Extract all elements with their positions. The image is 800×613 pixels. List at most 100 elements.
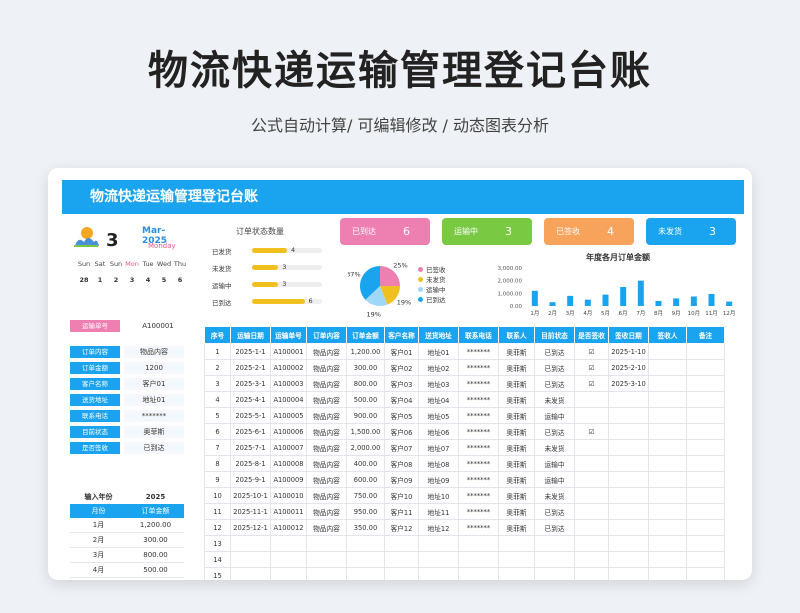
table-cell[interactable]: 客户03 [384,375,419,392]
table-cell[interactable]: 已到达 [534,503,575,520]
table-cell[interactable] [686,519,725,536]
table-cell[interactable]: ******* [458,519,499,536]
info-value[interactable]: 奥菲斯 [124,425,184,438]
table-cell[interactable] [686,407,725,424]
table-cell[interactable]: 地址06 [418,423,459,440]
table-cell[interactable] [608,407,649,424]
table-cell[interactable]: 2025-2-1 [230,359,271,376]
table-cell[interactable]: 客户06 [384,423,419,440]
table-cell[interactable]: ☑ [574,423,609,440]
table-cell[interactable]: 客户01 [384,343,419,360]
table-cell[interactable] [498,551,535,568]
table-cell[interactable]: 1,500.00 [346,423,385,440]
table-cell[interactable] [574,503,609,520]
table-cell[interactable] [648,407,687,424]
table-cell[interactable]: A100006 [270,423,307,440]
table-cell[interactable] [346,551,385,568]
table-cell[interactable]: 物品内容 [306,407,347,424]
table-cell[interactable] [608,391,649,408]
table-cell[interactable]: 物品内容 [306,519,347,536]
table-cell[interactable] [648,423,687,440]
table-cell[interactable]: 900.00 [346,407,385,424]
table-cell[interactable] [574,455,609,472]
table-cell[interactable]: 奥菲斯 [498,423,535,440]
table-cell[interactable]: ******* [458,487,499,504]
table-cell[interactable]: 客户05 [384,407,419,424]
table-cell[interactable] [230,535,271,552]
table-header-cell[interactable]: 签收人 [648,326,687,344]
table-cell[interactable] [574,519,609,536]
table-cell[interactable]: 物品内容 [306,391,347,408]
table-cell[interactable] [608,551,649,568]
table-cell[interactable] [534,551,575,568]
table-cell[interactable]: 物品内容 [306,503,347,520]
table-cell[interactable]: 2025-12-1 [230,519,271,536]
table-cell[interactable]: 物品内容 [306,423,347,440]
table-cell[interactable]: 400.00 [346,455,385,472]
table-cell[interactable]: 12 [204,519,231,536]
table-cell[interactable] [498,535,535,552]
table-cell[interactable] [648,551,687,568]
table-cell[interactable] [686,343,725,360]
table-cell[interactable] [230,551,271,568]
table-cell[interactable]: 已到达 [534,343,575,360]
table-cell[interactable] [648,519,687,536]
calendar-date[interactable]: 5 [156,276,172,284]
table-cell[interactable] [574,535,609,552]
table-cell[interactable] [686,567,725,580]
table-cell[interactable]: 2,000.00 [346,439,385,456]
table-cell[interactable]: 已到达 [534,423,575,440]
table-cell[interactable]: 地址10 [418,487,459,504]
table-cell[interactable] [648,535,687,552]
table-cell[interactable]: 2025-2-10 [608,359,649,376]
table-cell[interactable] [608,519,649,536]
table-cell[interactable]: ******* [458,423,499,440]
table-cell[interactable]: 未发货 [534,439,575,456]
table-cell[interactable]: 已到达 [534,375,575,392]
table-cell[interactable]: 4 [204,391,231,408]
table-cell[interactable] [648,567,687,580]
info-value[interactable]: 地址01 [124,393,184,406]
table-cell[interactable] [458,551,499,568]
table-cell[interactable]: A100003 [270,375,307,392]
table-cell[interactable] [686,423,725,440]
table-cell[interactable]: 奥菲斯 [498,503,535,520]
table-cell[interactable] [458,567,499,580]
table-header-cell[interactable]: 备注 [686,326,725,344]
table-cell[interactable]: 物品内容 [306,359,347,376]
table-cell[interactable] [384,535,419,552]
table-cell[interactable]: A100012 [270,519,307,536]
table-cell[interactable]: 2025-3-1 [230,375,271,392]
table-cell[interactable]: ******* [458,359,499,376]
table-header-cell[interactable]: 订单内容 [306,326,347,344]
table-cell[interactable] [608,503,649,520]
table-cell[interactable]: 2025-11-1 [230,503,271,520]
table-cell[interactable] [346,535,385,552]
table-cell[interactable]: 7 [204,439,231,456]
table-header-cell[interactable]: 签收日期 [608,326,649,344]
table-cell[interactable]: A100007 [270,439,307,456]
table-header-cell[interactable]: 订单金额 [346,326,385,344]
table-cell[interactable]: 1 [204,343,231,360]
table-cell[interactable]: 奥菲斯 [498,359,535,376]
table-cell[interactable]: A100008 [270,455,307,472]
table-cell[interactable]: 950.00 [346,503,385,520]
table-cell[interactable] [534,535,575,552]
table-cell[interactable]: 物品内容 [306,455,347,472]
table-cell[interactable]: 地址09 [418,471,459,488]
table-cell[interactable]: 2 [204,359,231,376]
table-cell[interactable]: 11 [204,503,231,520]
table-cell[interactable]: ******* [458,391,499,408]
table-cell[interactable] [648,359,687,376]
table-cell[interactable] [686,455,725,472]
kpi-card[interactable]: 运输中 3 [442,218,532,245]
table-cell[interactable]: ******* [458,439,499,456]
table-cell[interactable]: 地址04 [418,391,459,408]
table-cell[interactable]: 2025-9-1 [230,471,271,488]
table-cell[interactable] [608,535,649,552]
table-cell[interactable]: 运输中 [534,407,575,424]
calendar-date[interactable]: 3 [124,276,140,284]
table-cell[interactable] [686,439,725,456]
table-cell[interactable] [458,535,499,552]
table-cell[interactable] [574,439,609,456]
